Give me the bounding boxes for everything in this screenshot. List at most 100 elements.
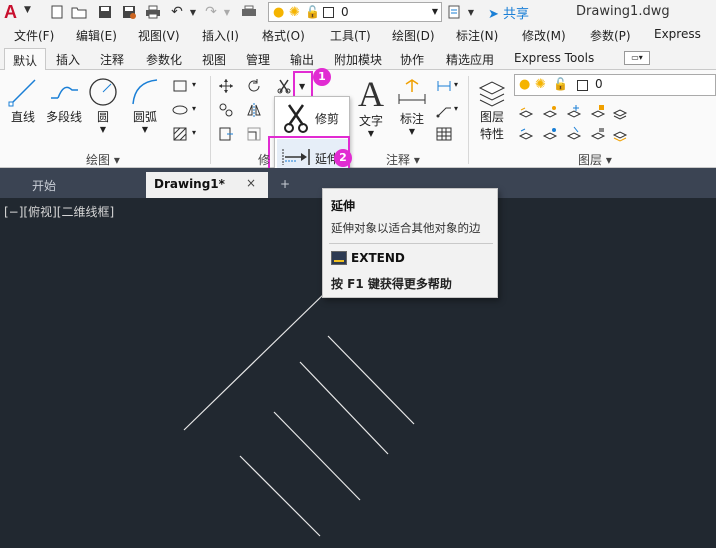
trim-dropdown-arrow[interactable]: ▼ xyxy=(299,82,305,91)
drawn-line[interactable] xyxy=(299,361,389,455)
tooltip-description: 延伸对象以适合其他对象的边 xyxy=(331,221,481,235)
trim-scissors-icon[interactable] xyxy=(276,78,292,94)
close-icon[interactable]: × xyxy=(246,176,256,190)
chevron-down-icon[interactable]: ▾ xyxy=(454,80,458,89)
draw-panel-label[interactable]: 绘图 ▾ xyxy=(86,151,120,168)
table-icon[interactable] xyxy=(436,126,452,142)
quick-layer-dropdown[interactable]: ● ✺ 🔓 0 ▼ xyxy=(268,2,442,22)
layer-lock-icon[interactable] xyxy=(590,104,606,120)
ribbon-minimize-button[interactable]: ▭▾ xyxy=(624,51,650,65)
tab-featured-apps[interactable]: 精选应用 xyxy=(446,51,494,68)
tab-output[interactable]: 输出 xyxy=(290,51,314,68)
scale-icon[interactable] xyxy=(246,126,262,142)
menu-draw[interactable]: 绘图(D) xyxy=(392,27,435,44)
tab-default[interactable]: 默认 xyxy=(4,48,47,70)
new-tab-button[interactable]: + xyxy=(280,172,290,198)
layer-thaw-icon[interactable] xyxy=(566,126,582,142)
text-tool[interactable]: A 文字 ▼ xyxy=(354,76,388,138)
new-file-icon[interactable] xyxy=(48,3,66,21)
chevron-down-icon[interactable]: ▾ xyxy=(192,80,196,89)
chevron-down-icon[interactable]: ▼ xyxy=(462,3,480,21)
chevron-down-icon[interactable]: ▼ xyxy=(354,129,388,138)
menu-format[interactable]: 格式(O) xyxy=(262,27,305,44)
leader-icon[interactable] xyxy=(436,102,452,118)
tab-collaborate[interactable]: 协作 xyxy=(400,51,424,68)
tab-annotate[interactable]: 注释 xyxy=(100,51,124,68)
open-folder-icon[interactable] xyxy=(70,3,88,21)
layer-on-icon[interactable] xyxy=(518,126,534,142)
menu-edit[interactable]: 编辑(E) xyxy=(76,27,117,44)
stretch-icon[interactable] xyxy=(218,126,234,142)
chevron-down-icon[interactable]: ▾ xyxy=(192,128,196,137)
tooltip-help: 按 F1 键获得更多帮助 xyxy=(331,277,452,291)
share-button[interactable]: ➤ 共享 xyxy=(488,3,529,22)
circle-tool[interactable]: 圆 ▼ xyxy=(86,76,120,134)
menu-express[interactable]: Express xyxy=(654,27,701,41)
trim-option[interactable]: 修剪 xyxy=(277,99,349,135)
tab-addins[interactable]: 附加模块 xyxy=(334,51,382,68)
menu-modify[interactable]: 修改(M) xyxy=(522,27,566,44)
tab-view[interactable]: 视图 xyxy=(202,51,226,68)
plot-icon[interactable] xyxy=(240,3,258,21)
line-tool[interactable]: 直线 xyxy=(6,76,40,125)
layer-off-icon[interactable] xyxy=(518,104,534,120)
tooltip-divider xyxy=(329,243,493,244)
menu-insert[interactable]: 插入(I) xyxy=(202,27,239,44)
menu-view[interactable]: 视图(V) xyxy=(138,27,180,44)
mirror-icon[interactable] xyxy=(246,102,262,118)
tab-parametric[interactable]: 参数化 xyxy=(146,51,182,68)
arc-tool[interactable]: 圆弧 ▼ xyxy=(128,76,162,134)
trim-scissors-icon xyxy=(284,104,308,133)
hatch-icon[interactable] xyxy=(172,126,188,142)
layer-dropdown[interactable]: ● ✺ 🔓 0 xyxy=(514,74,716,96)
menu-parametric[interactable]: 参数(P) xyxy=(590,27,631,44)
layer-properties-tool[interactable]: 图层 特性 xyxy=(474,76,510,142)
chevron-down-icon[interactable]: ▼ xyxy=(184,3,202,21)
tab-drawing1[interactable]: Drawing1* × xyxy=(146,172,268,198)
dimension-icon xyxy=(398,79,426,104)
print-icon[interactable] xyxy=(144,3,162,21)
tab-start[interactable]: 开始 xyxy=(22,172,122,198)
save-icon[interactable] xyxy=(96,3,114,21)
tab-insert[interactable]: 插入 xyxy=(56,51,80,68)
chevron-down-icon[interactable]: ▾ xyxy=(454,104,458,113)
chevron-down-icon[interactable]: ▾ xyxy=(192,104,196,113)
drawn-line[interactable] xyxy=(239,455,321,537)
chevron-down-icon[interactable]: ▼ xyxy=(128,125,162,134)
autocad-logo[interactable]: A xyxy=(4,2,17,23)
menu-tools[interactable]: 工具(T) xyxy=(330,27,371,44)
modify-panel-label[interactable]: 修 xyxy=(258,151,270,168)
move-icon[interactable] xyxy=(218,78,234,94)
rotate-icon[interactable] xyxy=(246,78,262,94)
chevron-down-icon[interactable]: ▼ xyxy=(24,5,31,15)
tab-express-tools[interactable]: Express Tools xyxy=(514,51,594,65)
layer-unlock-icon[interactable] xyxy=(590,126,606,142)
linear-dim-icon[interactable] xyxy=(436,78,452,94)
chevron-down-icon[interactable]: ▼ xyxy=(394,127,430,136)
text-label: 文字 xyxy=(358,114,383,128)
drawn-line[interactable] xyxy=(273,411,361,501)
dimension-tool[interactable]: 标注 ▼ xyxy=(394,76,430,136)
polyline-tool[interactable]: 多段线 xyxy=(44,76,84,125)
copy-icon[interactable] xyxy=(218,102,234,118)
layer-match-icon[interactable] xyxy=(612,104,628,120)
ribbon-tab-bar: 默认 插入 注释 参数化 视图 管理 输出 附加模块 协作 精选应用 Expre… xyxy=(0,46,716,70)
boundary-line[interactable] xyxy=(183,291,327,431)
layer-unisolate-icon[interactable] xyxy=(542,126,558,142)
rectangle-icon[interactable] xyxy=(172,78,188,94)
ellipse-icon[interactable] xyxy=(172,102,188,118)
layer-walk-icon[interactable] xyxy=(612,126,628,142)
layer-isolate-icon[interactable] xyxy=(542,104,558,120)
chevron-down-icon[interactable]: ▼ xyxy=(86,125,120,134)
menu-file[interactable]: 文件(F) xyxy=(14,27,54,44)
layers-panel-label[interactable]: 图层 ▾ xyxy=(578,151,612,168)
layer-freeze-icon[interactable] xyxy=(566,104,582,120)
text-a-icon: A xyxy=(358,74,384,114)
save-as-icon[interactable] xyxy=(120,3,138,21)
drawn-line[interactable] xyxy=(327,335,415,425)
chevron-down-icon[interactable]: ▼ xyxy=(218,3,236,21)
annotation-panel-label[interactable]: 注释 ▾ xyxy=(386,151,420,168)
menu-dimension[interactable]: 标注(N) xyxy=(456,27,498,44)
tab-manage[interactable]: 管理 xyxy=(246,51,270,68)
share-label: 共享 xyxy=(503,7,530,22)
